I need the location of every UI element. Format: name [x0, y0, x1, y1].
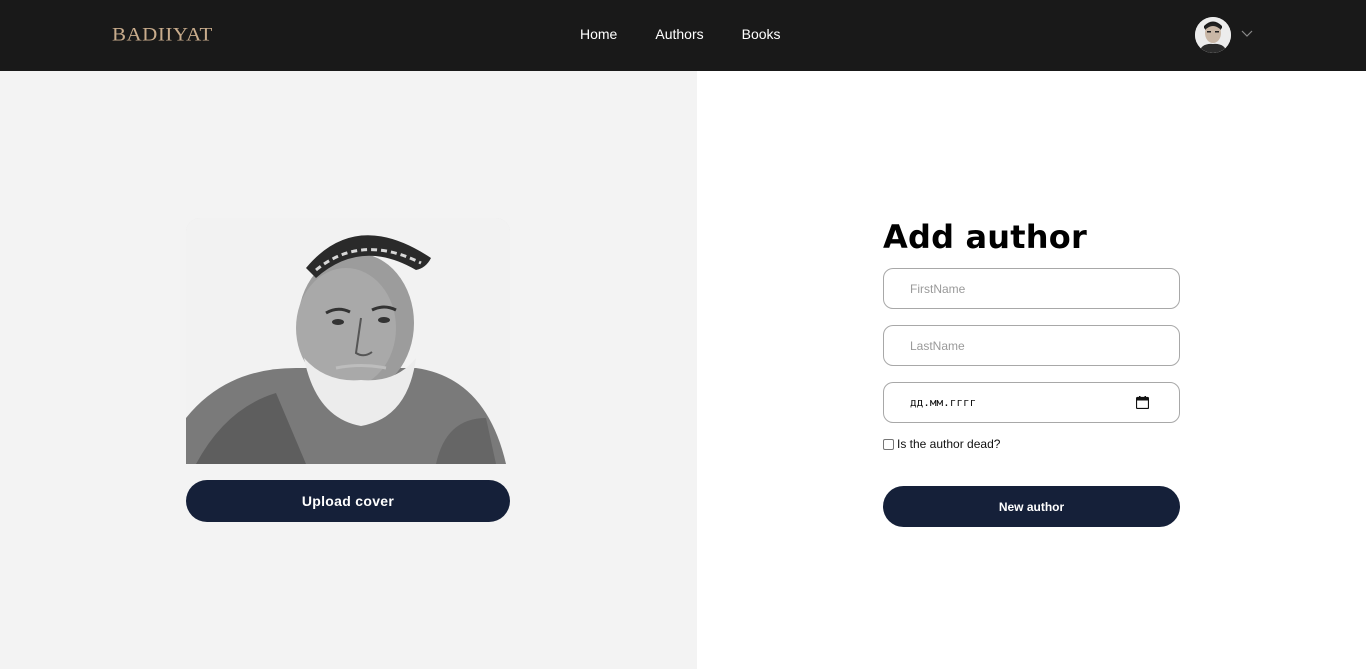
logo[interactable]: Badiiyat: [112, 23, 213, 46]
nav-link-home[interactable]: Home: [580, 26, 617, 42]
form-panel: [697, 71, 1366, 669]
nav-link-authors[interactable]: Authors: [655, 26, 703, 42]
last-name-input[interactable]: [883, 325, 1180, 366]
chevron-down-icon[interactable]: [1240, 28, 1254, 40]
first-name-input[interactable]: [883, 268, 1180, 309]
main-nav: Home Authors Books: [580, 26, 819, 42]
upload-cover-button[interactable]: Upload cover: [186, 480, 510, 522]
author-portrait-image: [186, 218, 510, 464]
avatar-portrait-icon: [1195, 17, 1231, 53]
author-portrait-icon: [186, 218, 510, 464]
top-navbar: Badiiyat Home Authors Books: [0, 0, 1366, 71]
author-dead-checkbox-row: Is the author dead?: [883, 437, 1000, 451]
form-title: Add author: [883, 218, 1087, 256]
user-avatar[interactable]: [1195, 17, 1231, 53]
author-dead-checkbox[interactable]: [883, 438, 894, 450]
calendar-icon[interactable]: [1136, 396, 1149, 409]
date-placeholder: дд.мм.гггг: [910, 396, 977, 409]
date-input[interactable]: дд.мм.гггг: [883, 382, 1180, 423]
new-author-button[interactable]: New author: [883, 486, 1180, 527]
author-dead-label[interactable]: Is the author dead?: [897, 437, 1000, 451]
nav-link-books[interactable]: Books: [742, 26, 781, 42]
